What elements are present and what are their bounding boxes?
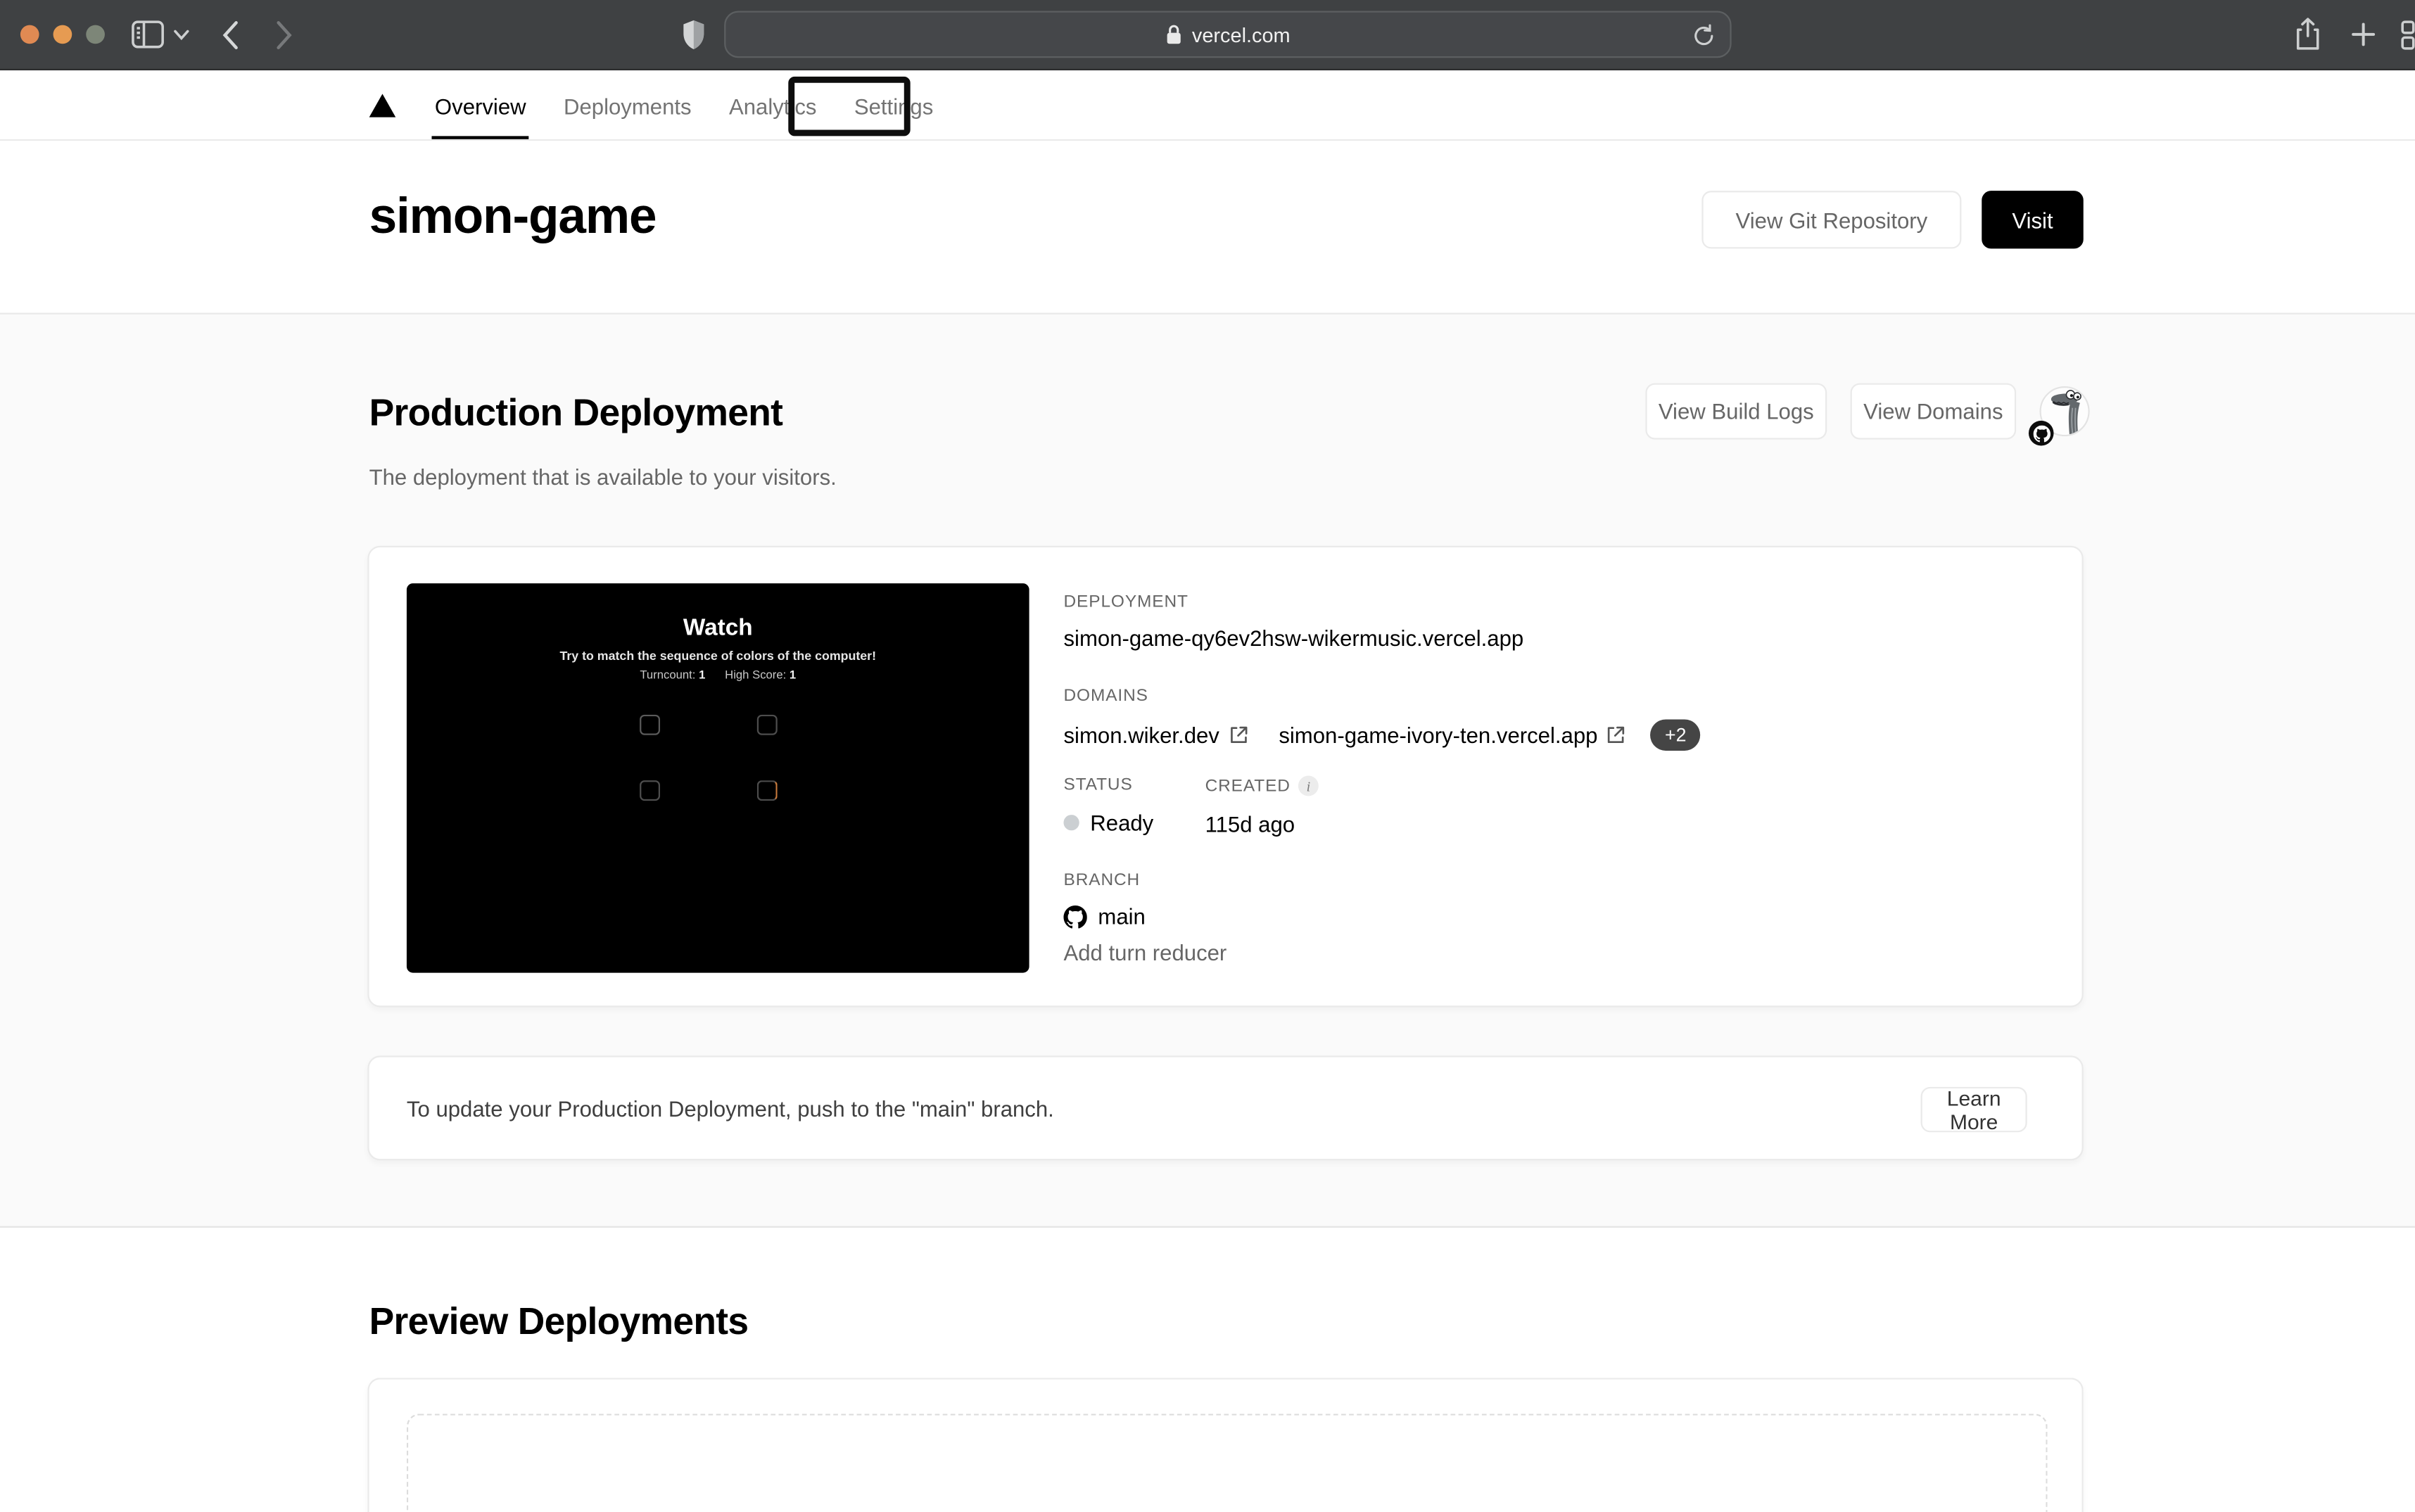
vercel-project-page: vercel.com <box>0 0 2415 1512</box>
branch-value[interactable]: main <box>1098 904 1145 929</box>
production-deployment-card: Watch Try to match the sequence of color… <box>367 546 2083 1008</box>
learn-more-button[interactable]: Learn More <box>1921 1087 2027 1132</box>
status-dot-icon <box>1063 815 1079 830</box>
game-title: Watch <box>407 615 1029 642</box>
game-pad-top-left <box>640 715 660 735</box>
section-heading: Production Deployment <box>369 393 783 436</box>
branch-label: BRANCH <box>1063 871 1145 890</box>
view-build-logs-button[interactable]: View Build Logs <box>1645 383 1827 440</box>
reload-icon[interactable] <box>1692 23 1716 49</box>
visit-button[interactable]: Visit <box>1982 191 2083 248</box>
status-label: STATUS <box>1063 776 1153 795</box>
window-minimize-button[interactable] <box>53 25 72 44</box>
back-button-icon[interactable] <box>222 20 239 50</box>
info-icon[interactable]: i <box>1298 776 1319 796</box>
window-zoom-button[interactable] <box>86 25 105 44</box>
github-branch-icon <box>1063 905 1086 928</box>
commit-message[interactable]: Add turn reducer <box>1063 940 1226 965</box>
sidebar-chevron-down-icon[interactable] <box>174 30 189 41</box>
empty-preview-placeholder <box>407 1413 2048 1512</box>
domains-label: DOMAINS <box>1063 687 1700 706</box>
external-link-icon <box>1607 725 1626 744</box>
more-domains-badge[interactable]: +2 <box>1651 719 1700 750</box>
game-scores: Turncount: 1 High Score: 1 <box>407 668 1029 682</box>
created-column: CREATED i 115d ago <box>1205 776 1319 837</box>
address-bar-url: vercel.com <box>1192 23 1291 46</box>
status-value: Ready <box>1090 810 1153 835</box>
deployment-preview-screenshot[interactable]: Watch Try to match the sequence of color… <box>407 583 1029 972</box>
share-icon[interactable] <box>2295 17 2321 51</box>
update-hint-banner: To update your Production Deployment, pu… <box>367 1055 2083 1160</box>
view-domains-button[interactable]: View Domains <box>1851 383 2017 440</box>
vercel-logo-icon[interactable] <box>369 94 396 117</box>
status-column: STATUS Ready <box>1063 776 1153 837</box>
preview-deployments-heading: Preview Deployments <box>369 1301 749 1345</box>
window-close-button[interactable] <box>20 25 39 44</box>
domain-link-2[interactable]: simon-game-ivory-ten.vercel.app <box>1279 723 1625 748</box>
created-value: 115d ago <box>1205 812 1319 837</box>
window-controls <box>20 25 105 44</box>
privacy-shield-icon[interactable] <box>682 19 705 50</box>
tls-lock-icon <box>1165 23 1182 45</box>
game-pad-bottom-right <box>757 780 778 801</box>
project-nav: Overview Deployments Analytics Settings <box>0 70 2415 141</box>
game-pad-top-right <box>757 715 778 735</box>
game-pad-bottom-left <box>640 780 660 801</box>
project-header: simon-game View Git Repository Visit <box>0 141 2415 313</box>
sidebar-toggle-icon[interactable] <box>132 20 165 49</box>
deployment-label: DEPLOYMENT <box>1063 592 1523 611</box>
banner-text: To update your Production Deployment, pu… <box>407 1095 1054 1121</box>
forward-button-icon[interactable] <box>275 20 292 50</box>
tab-settings[interactable]: Settings <box>835 70 952 141</box>
production-deployment-section: Production Deployment The deployment tha… <box>0 313 2415 1228</box>
address-bar[interactable]: vercel.com <box>724 11 1731 58</box>
deployment-url[interactable]: simon-game-qy6ev2hsw-wikermusic.vercel.a… <box>1063 625 1523 651</box>
external-link-icon <box>1229 725 1248 744</box>
tab-overview[interactable]: Overview <box>416 70 545 141</box>
game-tagline: Try to match the sequence of colors of t… <box>407 649 1029 663</box>
tab-analytics[interactable]: Analytics <box>710 70 835 141</box>
tab-overview-icon[interactable] <box>2401 20 2415 50</box>
user-avatar[interactable] <box>2040 386 2090 436</box>
new-tab-icon[interactable] <box>2351 22 2376 47</box>
page-title: simon-game <box>369 188 657 246</box>
tab-deployments[interactable]: Deployments <box>545 70 710 141</box>
preview-deployments-card <box>367 1378 2083 1512</box>
domain-link-1[interactable]: simon.wiker.dev <box>1063 723 1247 748</box>
browser-toolbar: vercel.com <box>0 0 2415 70</box>
github-badge-icon <box>2029 421 2054 446</box>
section-subtitle: The deployment that is available to your… <box>369 464 837 490</box>
view-git-repository-button[interactable]: View Git Repository <box>1701 191 1961 248</box>
preview-deployments-section: Preview Deployments <box>0 1229 2415 1512</box>
created-label: CREATED <box>1205 777 1291 796</box>
